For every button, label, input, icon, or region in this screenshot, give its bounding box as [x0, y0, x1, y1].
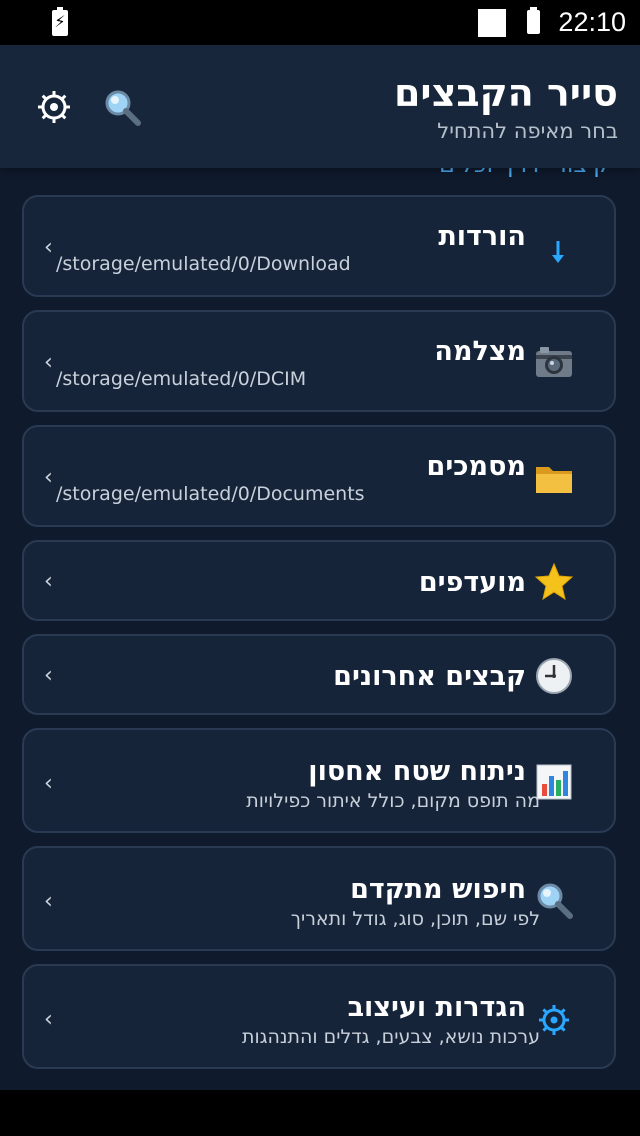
shortcut-path: /storage/emulated/0/DCIM: [56, 368, 307, 390]
magnifier-icon: [534, 880, 574, 920]
shortcut-path: /storage/emulated/0/Documents: [56, 483, 365, 505]
shortcut-title: מועדפים: [418, 567, 526, 598]
clock-icon: [534, 656, 574, 696]
battery-icon: [527, 7, 540, 34]
shortcut-recent-files[interactable]: קבצים אחרונים ‹: [22, 634, 616, 715]
settings-gear-icon: [534, 1000, 574, 1040]
tool-title: ניתוח שטח אחסון: [308, 756, 526, 787]
status-time: 22:10: [558, 7, 626, 37]
shortcut-title: קבצים אחרונים: [333, 661, 526, 692]
chevron-left-icon: ‹: [44, 569, 53, 594]
tool-settings-design[interactable]: הגדרות ועיצוב ערכות נושא, צבעים, גדלים ו…: [22, 964, 616, 1069]
shortcut-title: הורדות: [438, 221, 526, 252]
shortcut-path: /storage/emulated/0/Download: [56, 253, 351, 275]
shortcut-title: מצלמה: [434, 336, 526, 367]
screen: ⚡ 22:10 סייר הקבצים בחר מאיפה להתחיל הור…: [0, 0, 640, 1136]
chevron-left-icon: ‹: [44, 235, 53, 260]
camera-icon: [534, 342, 574, 382]
navigation-bar: [0, 1090, 640, 1136]
chevron-left-icon: ‹: [44, 771, 53, 796]
bar-chart-icon: [534, 762, 574, 802]
tool-description: מה תופס מקום, כולל איתור כפילויות: [246, 790, 540, 812]
tool-title: חיפוש מתקדם: [350, 874, 526, 905]
shortcut-favorites[interactable]: מועדפים ‹: [22, 540, 616, 621]
page-subtitle: בחר מאיפה להתחיל: [437, 119, 618, 143]
notification-square-icon: [478, 9, 506, 37]
chevron-left-icon: ‹: [44, 465, 53, 490]
chevron-left-icon: ‹: [44, 350, 53, 375]
battery-charging-icon: ⚡: [52, 7, 68, 36]
shortcut-camera[interactable]: מצלמה /storage/emulated/0/DCIM ‹: [22, 310, 616, 412]
tool-description: ערכות נושא, צבעים, גדלים והתנהגות: [242, 1026, 540, 1048]
star-icon: [534, 562, 574, 602]
chevron-left-icon: ‹: [44, 889, 53, 914]
shortcut-title: מסמכים: [426, 451, 526, 482]
search-icon[interactable]: [102, 87, 142, 127]
status-bar: ⚡ 22:10: [0, 0, 640, 45]
tool-storage-analysis[interactable]: ניתוח שטח אחסון מה תופס מקום, כולל איתור…: [22, 728, 616, 833]
tool-advanced-search[interactable]: חיפוש מתקדם לפי שם, תוכן, סוג, גודל ותאר…: [22, 846, 616, 951]
app-header: סייר הקבצים בחר מאיפה להתחיל: [0, 45, 640, 168]
folder-icon: [534, 457, 574, 497]
download-arrow-icon: [534, 227, 574, 267]
tool-title: הגדרות ועיצוב: [347, 992, 526, 1023]
gear-icon[interactable]: [34, 87, 74, 127]
page-title: סייר הקבצים: [393, 71, 618, 115]
chevron-left-icon: ‹: [44, 663, 53, 688]
shortcut-documents[interactable]: מסמכים /storage/emulated/0/Documents ‹: [22, 425, 616, 527]
shortcut-downloads[interactable]: הורדות /storage/emulated/0/Download ‹: [22, 195, 616, 297]
tool-description: לפי שם, תוכן, סוג, גודל ותאריך: [290, 908, 540, 930]
chevron-left-icon: ‹: [44, 1007, 53, 1032]
